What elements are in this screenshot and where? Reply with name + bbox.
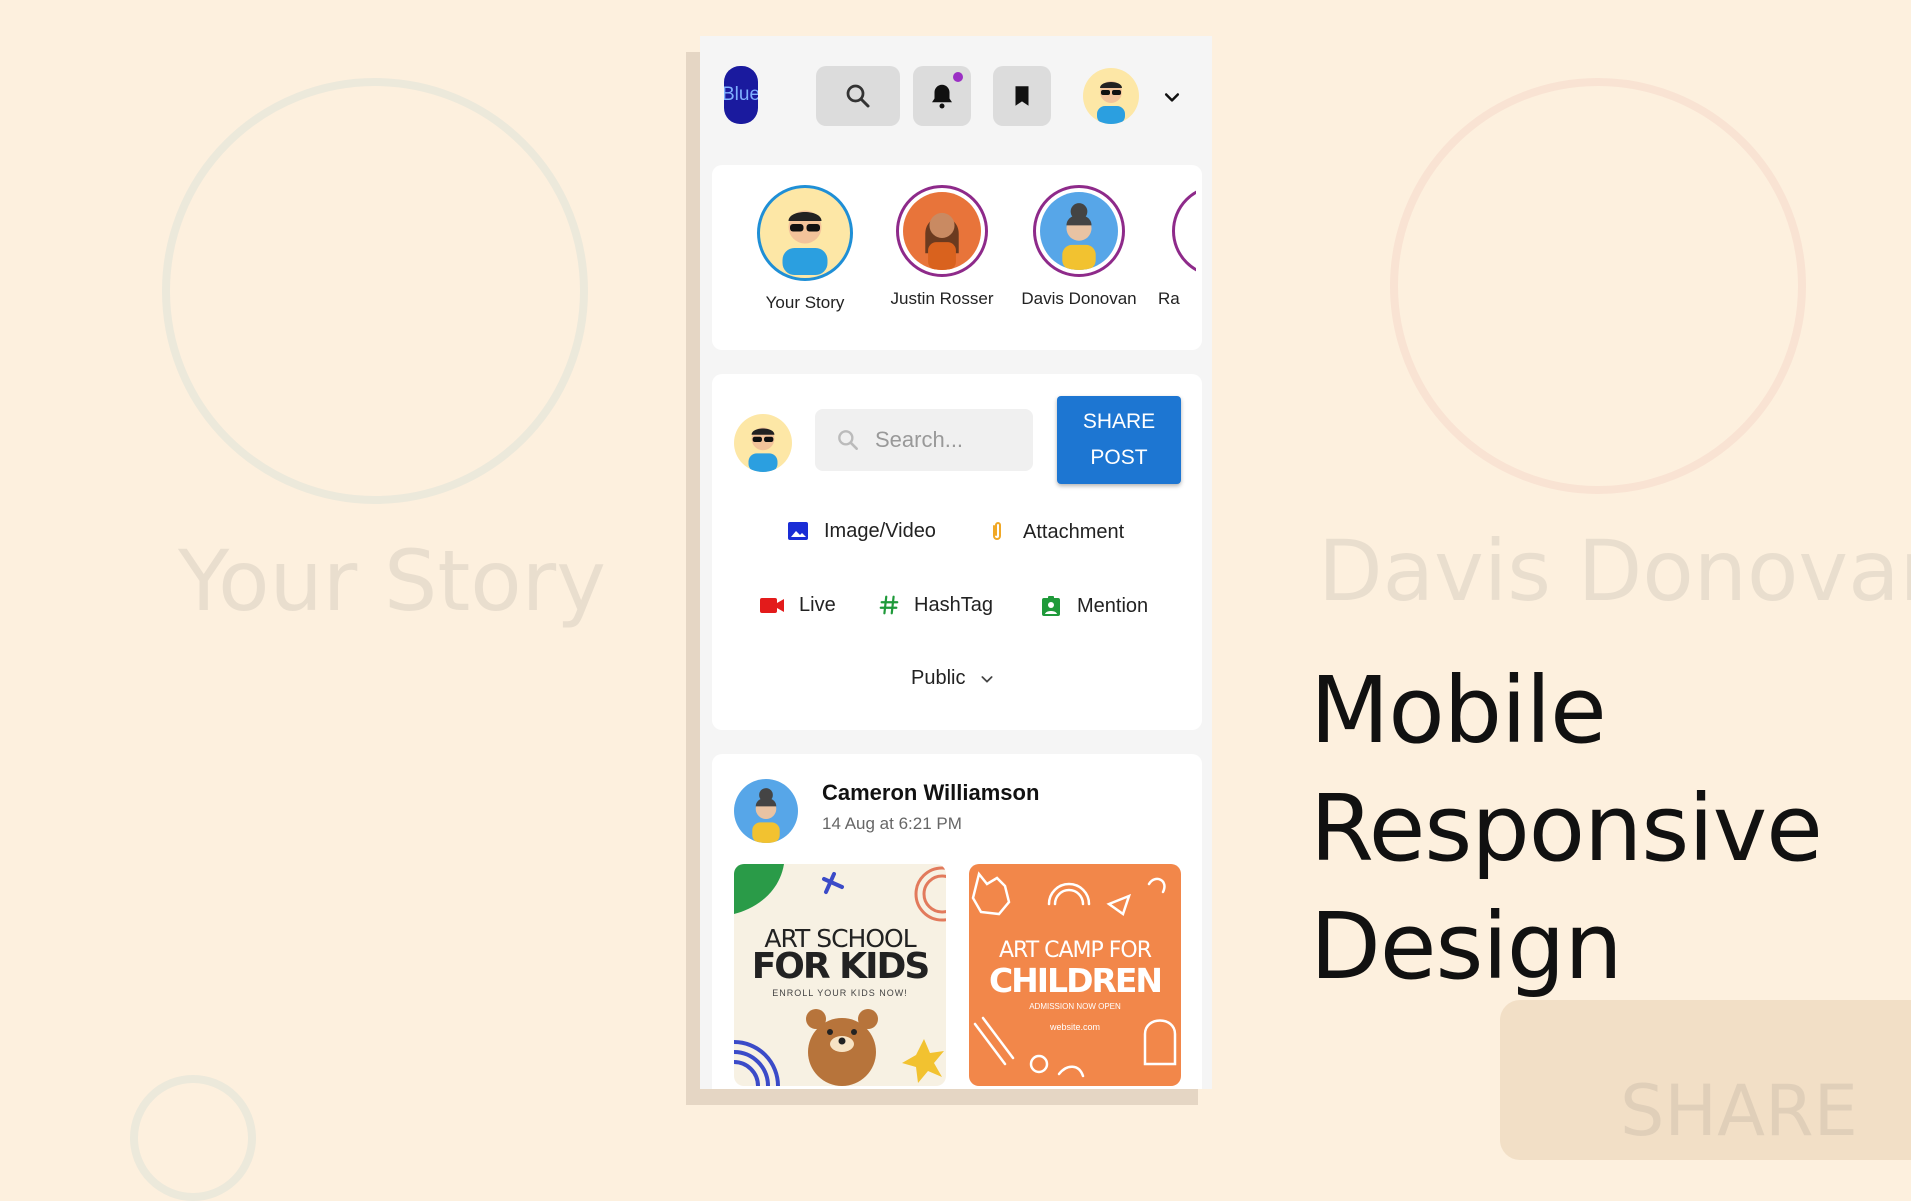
search-icon [846, 84, 870, 108]
composer-avatar-icon [748, 427, 778, 472]
chevron-down-icon [981, 675, 994, 683]
story-ring [1172, 185, 1196, 277]
option-image-video-label: Image/Video [824, 519, 936, 542]
story-justin-rosser[interactable]: Justin Rosser [882, 185, 1002, 309]
top-navigation-bar: Blue [700, 36, 1212, 151]
share-post-label-line2: POST [1090, 446, 1148, 469]
story-label: Ra [1158, 289, 1180, 308]
share-post-label-line1: SHARE [1082, 410, 1156, 433]
art-camp-website: website.com [1049, 1022, 1101, 1032]
art-camp-title-2: CHILDREN [988, 961, 1163, 1000]
post-author-name[interactable]: Cameron Williamson [822, 780, 1039, 806]
bell-icon [932, 84, 952, 109]
stories-card: Your Story Justin Rosser Davis Donovan R… [712, 165, 1202, 350]
hashtag-icon [879, 595, 899, 615]
profile-avatar[interactable] [1083, 68, 1139, 124]
background-avatar-left [162, 78, 588, 504]
option-live[interactable]: Live [759, 593, 836, 617]
story-ring [896, 185, 988, 277]
background-avatar-right [1390, 78, 1806, 494]
search-icon [838, 430, 858, 450]
story-ring [757, 185, 853, 281]
option-attachment[interactable]: Attachment [985, 519, 1124, 545]
story-davis-donovan[interactable]: Davis Donovan [1019, 185, 1139, 309]
background-share-label: SHARE [1620, 1070, 1858, 1152]
search-button[interactable] [816, 66, 900, 126]
story-partial[interactable]: Ra [1156, 185, 1196, 309]
story-label: Justin Rosser [890, 289, 994, 308]
visibility-select[interactable]: Public [911, 667, 1009, 690]
app-logo[interactable]: Blue [724, 66, 758, 124]
mobile-app-screen: Blue Your Story Justin Rosser Davis Dono… [700, 36, 1212, 1089]
background-label-davis-donovan: Davis Donovan [1318, 522, 1911, 620]
art-camp-title-1: ART CAMP FOR [998, 938, 1152, 963]
bookmark-icon [1015, 86, 1029, 106]
notifications-button[interactable] [913, 66, 971, 126]
option-hashtag-label: HashTag [914, 593, 993, 616]
notification-dot [953, 72, 963, 82]
video-camera-icon [760, 598, 784, 613]
post-composer-card: SHARE POST Image/Video Attachment Live [712, 374, 1202, 730]
headline: Mobile Responsive Design [1310, 652, 1823, 1006]
option-mention[interactable]: Mention [1039, 593, 1148, 619]
art-school-title-2: FOR KIDS [751, 946, 931, 987]
story-avatar-icon [1062, 203, 1096, 270]
background-avatar-bottom [130, 1075, 256, 1201]
composer-search-field[interactable] [815, 409, 1033, 471]
art-school-subtitle: ENROLL YOUR KIDS NOW! [772, 988, 908, 998]
option-mention-label: Mention [1077, 594, 1149, 617]
visibility-value: Public [911, 667, 966, 689]
option-attachment-label: Attachment [1023, 520, 1125, 543]
post-author-avatar-icon [752, 788, 780, 843]
composer-avatar [734, 414, 792, 472]
story-label: Your Story [765, 293, 845, 312]
post-author-avatar[interactable] [734, 779, 798, 843]
share-post-button[interactable]: SHARE POST [1057, 396, 1181, 484]
art-camp-subtitle: ADMISSION NOW OPEN [1029, 1002, 1121, 1011]
headline-line-1: Mobile [1310, 657, 1607, 764]
story-avatar-icon [782, 210, 828, 275]
option-live-label: Live [799, 593, 836, 616]
background-label-your-story: Your Story [178, 532, 606, 630]
composer-search-input[interactable] [873, 426, 1027, 454]
paperclip-icon [993, 522, 1001, 540]
headline-line-2: Responsive [1310, 775, 1823, 882]
story-ring [1033, 185, 1125, 277]
image-icon [788, 522, 808, 540]
option-image-video[interactable]: Image/Video [786, 519, 936, 543]
profile-avatar-icon [1097, 81, 1125, 124]
option-hashtag[interactable]: HashTag [878, 593, 993, 617]
headline-line-3: Design [1310, 893, 1623, 1000]
story-your-story[interactable]: Your Story [745, 185, 865, 313]
post-image-art-camp[interactable]: ART CAMP FOR CHILDREN ADMISSION NOW OPEN… [969, 864, 1181, 1086]
post-image-art-school[interactable]: ART SCHOOL FOR KIDS ENROLL YOUR KIDS NOW… [734, 864, 946, 1086]
post-card: Cameron Williamson 14 Aug at 6:21 PM ART… [712, 754, 1202, 1089]
story-label: Davis Donovan [1021, 289, 1137, 308]
contact-badge-icon [1042, 596, 1060, 616]
post-timestamp: 14 Aug at 6:21 PM [822, 814, 962, 833]
chevron-down-icon[interactable] [1162, 87, 1182, 107]
bookmarks-button[interactable] [993, 66, 1051, 126]
story-avatar-icon [925, 212, 959, 270]
